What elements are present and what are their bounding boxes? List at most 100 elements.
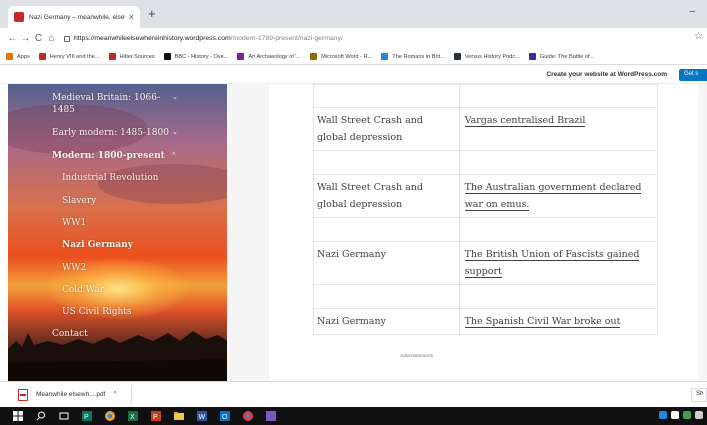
events-table: Wall Street Crash and global depression … (313, 84, 659, 335)
powerpoint-app-icon[interactable]: P (151, 411, 161, 421)
event-link[interactable]: The Spanish Civil War broke out (464, 316, 621, 328)
table-cell-event: Wall Street Crash and global depression (313, 174, 460, 218)
table-cell (313, 84, 460, 108)
browser-tab-strip: Nazi Germany – meanwhile, elsew × + – (0, 0, 707, 28)
svg-text:P: P (84, 414, 89, 421)
table-row (313, 284, 659, 309)
network-icon[interactable] (695, 411, 703, 419)
system-tray (659, 411, 703, 419)
sidebar-item-cold-war[interactable]: Cold War (62, 284, 104, 296)
chevron-up-icon[interactable]: ^ (172, 152, 175, 159)
word-app-icon[interactable]: W (197, 411, 207, 421)
library-icon (310, 53, 318, 60)
bookmark-bbc[interactable]: BBC - History - Ove... (163, 53, 228, 60)
advertisements-label: Advertisements (400, 354, 434, 359)
tray-icon[interactable] (683, 411, 691, 419)
publisher-app-icon[interactable]: P (82, 411, 92, 421)
table-cell (313, 217, 460, 242)
forward-arrow-icon[interactable]: → (19, 33, 32, 44)
sidebar-item-modern[interactable]: Modern: 1800-present (52, 150, 165, 162)
table-cell-event: Nazi Germany (313, 308, 460, 335)
windows-start-icon[interactable] (13, 411, 23, 421)
table-row: Wall Street Crash and global depression … (313, 107, 659, 151)
svg-text:P: P (153, 414, 158, 421)
bookmark-versus-history[interactable]: Versus History Podc... (453, 53, 520, 60)
search-icon[interactable] (36, 411, 46, 421)
pdf-file-icon (18, 388, 28, 401)
wordpress-banner: Create your website at WordPress.com Get… (0, 66, 707, 84)
tab-close-icon[interactable]: × (129, 12, 134, 22)
bookmark-romans[interactable]: The Romans in Brit... (381, 53, 445, 60)
create-website-link[interactable]: Create your website at WordPress.com (546, 71, 667, 78)
tray-icon[interactable] (671, 411, 679, 419)
bookmark-apps[interactable]: Apps (6, 53, 30, 60)
bookmark-star-icon[interactable]: ☆ (694, 31, 703, 42)
app-icon[interactable] (266, 411, 276, 421)
window-minimize-button[interactable]: – (689, 6, 695, 17)
table-row: Wall Street Crash and global depression … (313, 174, 659, 218)
svg-text:W: W (199, 414, 206, 421)
site-favicon-icon (14, 12, 24, 22)
tray-icon[interactable] (659, 411, 667, 419)
table-row: Nazi Germany The Spanish Civil War broke… (313, 308, 659, 335)
bookmark-word[interactable]: Microsoft Word - R... (310, 53, 372, 60)
home-icon[interactable]: ⌂ (45, 33, 58, 44)
chevron-up-icon[interactable]: ^ (113, 391, 116, 398)
reload-icon[interactable]: C (32, 33, 45, 44)
sidebar-item-medieval-britain-line2[interactable]: 1485 (52, 104, 75, 116)
table-cell-link: Vargas centralised Brazil (458, 107, 659, 151)
chevron-down-icon[interactable]: ⌄ (172, 93, 178, 101)
article-body: Wall Street Crash and global depression … (269, 84, 698, 381)
chevron-down-icon[interactable]: ⌄ (172, 128, 178, 136)
browser-toolbar: ← → C ⌂ https://meanwhileelsewhereinhist… (0, 28, 707, 49)
excel-app-icon[interactable]: X (128, 411, 138, 421)
download-file-name[interactable]: Meanwhile elsewh....pdf (36, 391, 105, 398)
lock-icon (64, 35, 70, 42)
svg-text:X: X (130, 414, 135, 421)
table-row (313, 84, 659, 108)
table-row (313, 217, 659, 242)
downloads-bar: Meanwhile elsewh....pdf ^ Sh (0, 381, 707, 407)
show-all-button[interactable]: Sh (691, 388, 707, 402)
get-started-button[interactable]: Get s (679, 69, 707, 81)
sidebar-item-us-civil-rights[interactable]: US Civil Rights (62, 306, 132, 318)
bookmark-guide-battle[interactable]: Guide: The Battle of... (528, 53, 594, 60)
chrome-icon[interactable] (105, 411, 115, 421)
file-explorer-icon[interactable] (174, 411, 184, 421)
table-cell (458, 84, 659, 108)
sidebar-item-slavery[interactable]: Slavery (62, 195, 96, 207)
sidebar-navigation: Medieval Britain: 1066- 1485 ⌄ Early mod… (8, 84, 227, 381)
sidebar-item-contact[interactable]: Contact (52, 328, 88, 340)
treeline-silhouette (8, 331, 227, 381)
windows-taskbar: P X P W O (0, 407, 707, 425)
bookmark-archaeology[interactable]: An Archaeology of '... (237, 53, 301, 60)
table-row: Nazi Germany The British Union of Fascis… (313, 241, 659, 285)
svg-text:O: O (222, 414, 228, 421)
chrome-icon[interactable] (243, 411, 253, 421)
address-bar[interactable]: https://meanwhileelsewhereinhistory.word… (64, 35, 343, 42)
sidebar-item-medieval-britain[interactable]: Medieval Britain: 1066- (52, 92, 160, 104)
task-view-icon[interactable] (59, 411, 69, 421)
event-link[interactable]: The British Union of Fascists gained sup… (464, 249, 640, 278)
event-link[interactable]: The Australian government declared war o… (464, 182, 642, 211)
outlook-app-icon[interactable]: O (220, 411, 230, 421)
table-cell (313, 150, 460, 175)
sidebar-item-early-modern[interactable]: Early modern: 1485-1800 (52, 127, 169, 139)
sidebar-item-ww2[interactable]: WW2 (62, 262, 86, 274)
bookmark-hitler-sources[interactable]: Hitler Sources (108, 53, 155, 60)
divider (130, 385, 132, 404)
sidebar-item-industrial-revolution[interactable]: Industrial Revolution (62, 172, 158, 184)
bookmark-henry[interactable]: Henry VIII and the... (38, 53, 100, 60)
new-tab-button[interactable]: + (148, 7, 156, 21)
tab-title: Nazi Germany – meanwhile, elsew (29, 13, 125, 21)
sunset-cloud (98, 164, 227, 204)
event-link[interactable]: Vargas centralised Brazil (464, 115, 586, 127)
table-cell-event: Wall Street Crash and global depression (313, 107, 460, 151)
table-cell-link: The British Union of Fascists gained sup… (458, 241, 659, 285)
browser-tab-active[interactable]: Nazi Germany – meanwhile, elsew × (8, 6, 140, 28)
apps-grid-icon (6, 53, 13, 60)
sidebar-item-nazi-germany[interactable]: Nazi Germany (62, 239, 133, 251)
back-arrow-icon[interactable]: ← (6, 33, 19, 44)
sidebar-item-ww1[interactable]: WW1 (62, 217, 86, 229)
table-cell (458, 284, 659, 309)
